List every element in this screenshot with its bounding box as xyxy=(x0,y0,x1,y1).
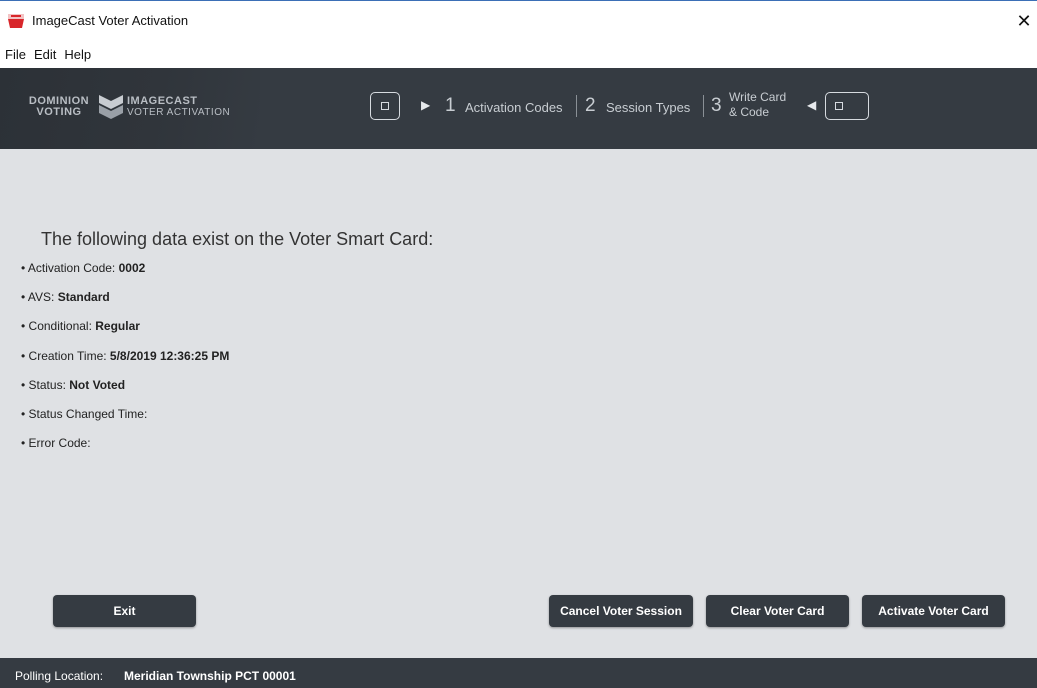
list-item: • Status: Not Voted xyxy=(21,378,229,407)
wizard-header: DOMINION VOTING IMAGECAST VOTER ACTIVATI… xyxy=(0,68,1037,149)
step-3-label-line2: & Code xyxy=(729,105,770,119)
item-label: Activation Code: xyxy=(27,261,116,275)
bullet: • xyxy=(21,290,26,305)
card-data-list: • Activation Code: 0002 • AVS: Standard … xyxy=(21,261,229,465)
menu-file[interactable]: File xyxy=(0,43,30,62)
polling-location-label: Polling Location: xyxy=(15,669,104,683)
smart-card-icon xyxy=(825,92,869,120)
app-icon xyxy=(8,14,24,28)
close-icon[interactable]: ✕ xyxy=(1011,9,1037,33)
bullet: • xyxy=(21,406,26,421)
item-label: AVS: xyxy=(27,290,55,305)
card-chip xyxy=(381,102,389,110)
item-label: Status Changed Time: xyxy=(28,406,148,421)
step-divider xyxy=(576,95,577,117)
bullet: • xyxy=(21,348,26,363)
bullet: • xyxy=(21,261,26,275)
step-2-label[interactable]: Session Types xyxy=(606,100,690,115)
clear-voter-card-button[interactable]: Clear Voter Card xyxy=(706,595,849,627)
polling-location-value: Meridian Township PCT 00001 xyxy=(124,669,296,683)
exit-button[interactable]: Exit xyxy=(53,595,196,627)
step-divider xyxy=(703,95,704,117)
logo-text-voting: VOTING xyxy=(36,106,82,118)
page-heading: The following data exist on the Voter Sm… xyxy=(41,229,434,249)
item-value: 5/8/2019 12:36:25 PM xyxy=(109,348,230,363)
bullet: • xyxy=(21,319,26,334)
play-arrow-right-icon: ▶ xyxy=(421,98,431,112)
activate-voter-card-button[interactable]: Activate Voter Card xyxy=(862,595,1005,627)
bullet: • xyxy=(21,377,26,392)
item-value: Standard xyxy=(57,290,110,305)
item-label: Error Code: xyxy=(28,436,91,451)
item-value: Regular xyxy=(95,319,140,334)
list-item: • Conditional: Regular xyxy=(21,319,229,348)
item-label: Conditional: xyxy=(28,319,92,334)
main-content: The following data exist on the Voter Sm… xyxy=(0,149,1037,658)
list-item: • Status Changed Time: xyxy=(21,407,229,436)
step-3-number: 3 xyxy=(711,95,722,116)
list-item: • Activation Code: 0002 xyxy=(21,261,229,290)
window-title: ImageCast Voter Activation xyxy=(32,13,189,28)
step-3-label-line1: Write Card xyxy=(729,90,787,104)
title-bar: ImageCast Voter Activation ✕ xyxy=(0,0,1037,43)
list-item: • Error Code: xyxy=(21,436,229,465)
smart-card-icon xyxy=(370,92,400,120)
menu-bar: File Edit Help xyxy=(0,43,1037,68)
menu-help[interactable]: Help xyxy=(60,43,95,62)
card-chip xyxy=(835,102,843,110)
item-value: 0002 xyxy=(118,261,146,275)
bullet: • xyxy=(21,436,26,451)
step-2-number: 2 xyxy=(585,95,596,116)
play-arrow-left-icon: ◀ xyxy=(807,98,817,112)
menu-edit[interactable]: Edit xyxy=(30,43,60,62)
step-1-number: 1 xyxy=(445,95,456,116)
item-label: Creation Time: xyxy=(28,348,107,363)
ballot-logo-icon xyxy=(99,95,123,119)
step-3-label[interactable]: Write Card & Code xyxy=(729,90,786,120)
status-bar: Polling Location: Meridian Township PCT … xyxy=(0,658,1037,688)
logo-text-voter-activation: VOTER ACTIVATION xyxy=(127,107,231,118)
item-label: Status: xyxy=(28,377,66,392)
list-item: • Creation Time: 5/8/2019 12:36:25 PM xyxy=(21,349,229,378)
logo-text-imagecast: IMAGECAST xyxy=(127,95,198,107)
step-1-label[interactable]: Activation Codes xyxy=(465,100,563,115)
item-value: Not Voted xyxy=(69,377,126,392)
list-item: • AVS: Standard xyxy=(21,290,229,319)
cancel-voter-session-button[interactable]: Cancel Voter Session xyxy=(549,595,693,627)
